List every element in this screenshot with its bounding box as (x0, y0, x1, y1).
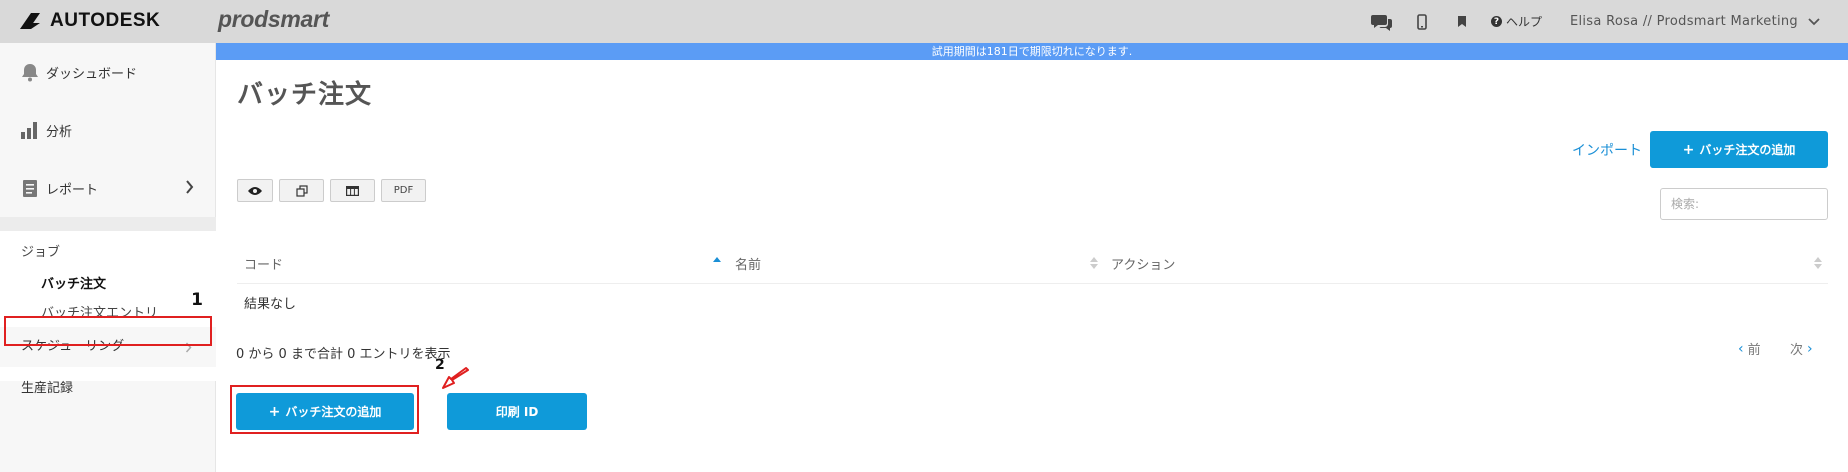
excel-button[interactable] (330, 179, 375, 202)
arrow-annotation-icon (442, 367, 469, 389)
autodesk-mark-icon (20, 13, 40, 29)
sidebar-item-label: レポート (46, 182, 99, 198)
page-title: バッチ注文 (237, 80, 373, 110)
toggle-columns-button[interactable] (237, 179, 273, 202)
help-label: ヘルプ (1505, 15, 1542, 29)
trial-banner: 試用期間は181日で期限切れになります. (216, 43, 1848, 60)
help-icon: ? (1490, 16, 1502, 27)
sort-asc-icon (713, 257, 721, 262)
sidebar-item-label: 分析 (46, 124, 73, 140)
brand-name: AUTODESK (50, 10, 161, 31)
sidebar-item-analytics[interactable]: 分析 (0, 101, 216, 159)
search-input[interactable] (1660, 188, 1828, 220)
chevron-right-icon (186, 180, 194, 194)
mobile-icon[interactable] (1411, 11, 1433, 33)
step-1-badge: 1 (183, 286, 211, 314)
plus-icon: + (1682, 141, 1695, 158)
help-menu[interactable]: ? ヘルプ (1490, 13, 1542, 30)
bell-icon (20, 62, 40, 82)
sidebar-item-label: ダッシュボード (46, 66, 138, 82)
product-logo[interactable]: prodsmart (218, 6, 329, 33)
copy-icon (295, 184, 308, 197)
eye-icon (248, 186, 262, 195)
table-empty-message: 結果なし (244, 297, 297, 312)
pdf-button[interactable]: PDF (381, 179, 426, 202)
chevron-down-icon (1808, 17, 1820, 25)
entries-info: 0 から 0 まで合計 0 エントリを表示 (236, 347, 451, 362)
chevron-right-icon: › (1807, 340, 1813, 357)
column-header-code[interactable]: コード (244, 254, 283, 273)
top-bar: AUTODESK prodsmart ? ヘルプ Elisa Rosa // P… (0, 0, 1848, 43)
bookmark-icon[interactable] (1451, 11, 1473, 33)
button-label: バッチ注文の追加 (1699, 143, 1796, 157)
pager-prev[interactable]: ‹ 前 (1738, 339, 1761, 359)
top-right-actions: ? ヘルプ Elisa Rosa // Prodsmart Marketing (1353, 0, 1820, 43)
user-menu[interactable]: Elisa Rosa // Prodsmart Marketing (1570, 14, 1820, 29)
sidebar-item-production-records[interactable]: 生産記録 (0, 367, 216, 411)
highlight-add-batch-order (230, 385, 419, 434)
column-header-actions[interactable]: アクション (1111, 254, 1175, 273)
sidebar-item-label: 生産記録 (21, 381, 74, 396)
sidebar-item-dashboard[interactable]: ダッシュボード (0, 43, 216, 101)
sidebar-subitem-jobs[interactable]: ジョブ (21, 241, 60, 260)
user-label: Elisa Rosa // Prodsmart Marketing (1569, 14, 1798, 29)
print-id-button[interactable]: 印刷 ID (447, 393, 587, 430)
chevron-left-icon: ‹ (1738, 340, 1744, 357)
add-batch-order-button-top[interactable]: + バッチ注文の追加 (1650, 131, 1828, 168)
document-icon (20, 178, 40, 198)
import-link[interactable]: インポート (1572, 140, 1642, 160)
sidebar: ダッシュボード 分析 レポート ジョブ バッチ注文 バッチ注文エントリ スケジュ… (0, 43, 216, 472)
pager-next-label: 次 (1790, 343, 1804, 358)
pager-prev-label: 前 (1747, 343, 1761, 358)
sort-both-icon (1814, 257, 1822, 269)
highlight-batch-orders (4, 316, 212, 346)
sort-both-icon (1090, 257, 1098, 269)
bar-chart-icon (20, 120, 40, 140)
autodesk-logo[interactable]: AUTODESK (18, 10, 160, 32)
copy-button[interactable] (279, 179, 324, 202)
sidebar-subitem-batch-orders[interactable]: バッチ注文 (41, 273, 106, 292)
chat-icon[interactable] (1370, 11, 1393, 33)
sidebar-item-reports[interactable]: レポート (0, 159, 216, 217)
pager-next[interactable]: 次 › (1790, 339, 1813, 359)
table-header-divider (237, 283, 1828, 284)
column-header-name[interactable]: 名前 (735, 254, 761, 273)
table-icon (346, 185, 359, 196)
